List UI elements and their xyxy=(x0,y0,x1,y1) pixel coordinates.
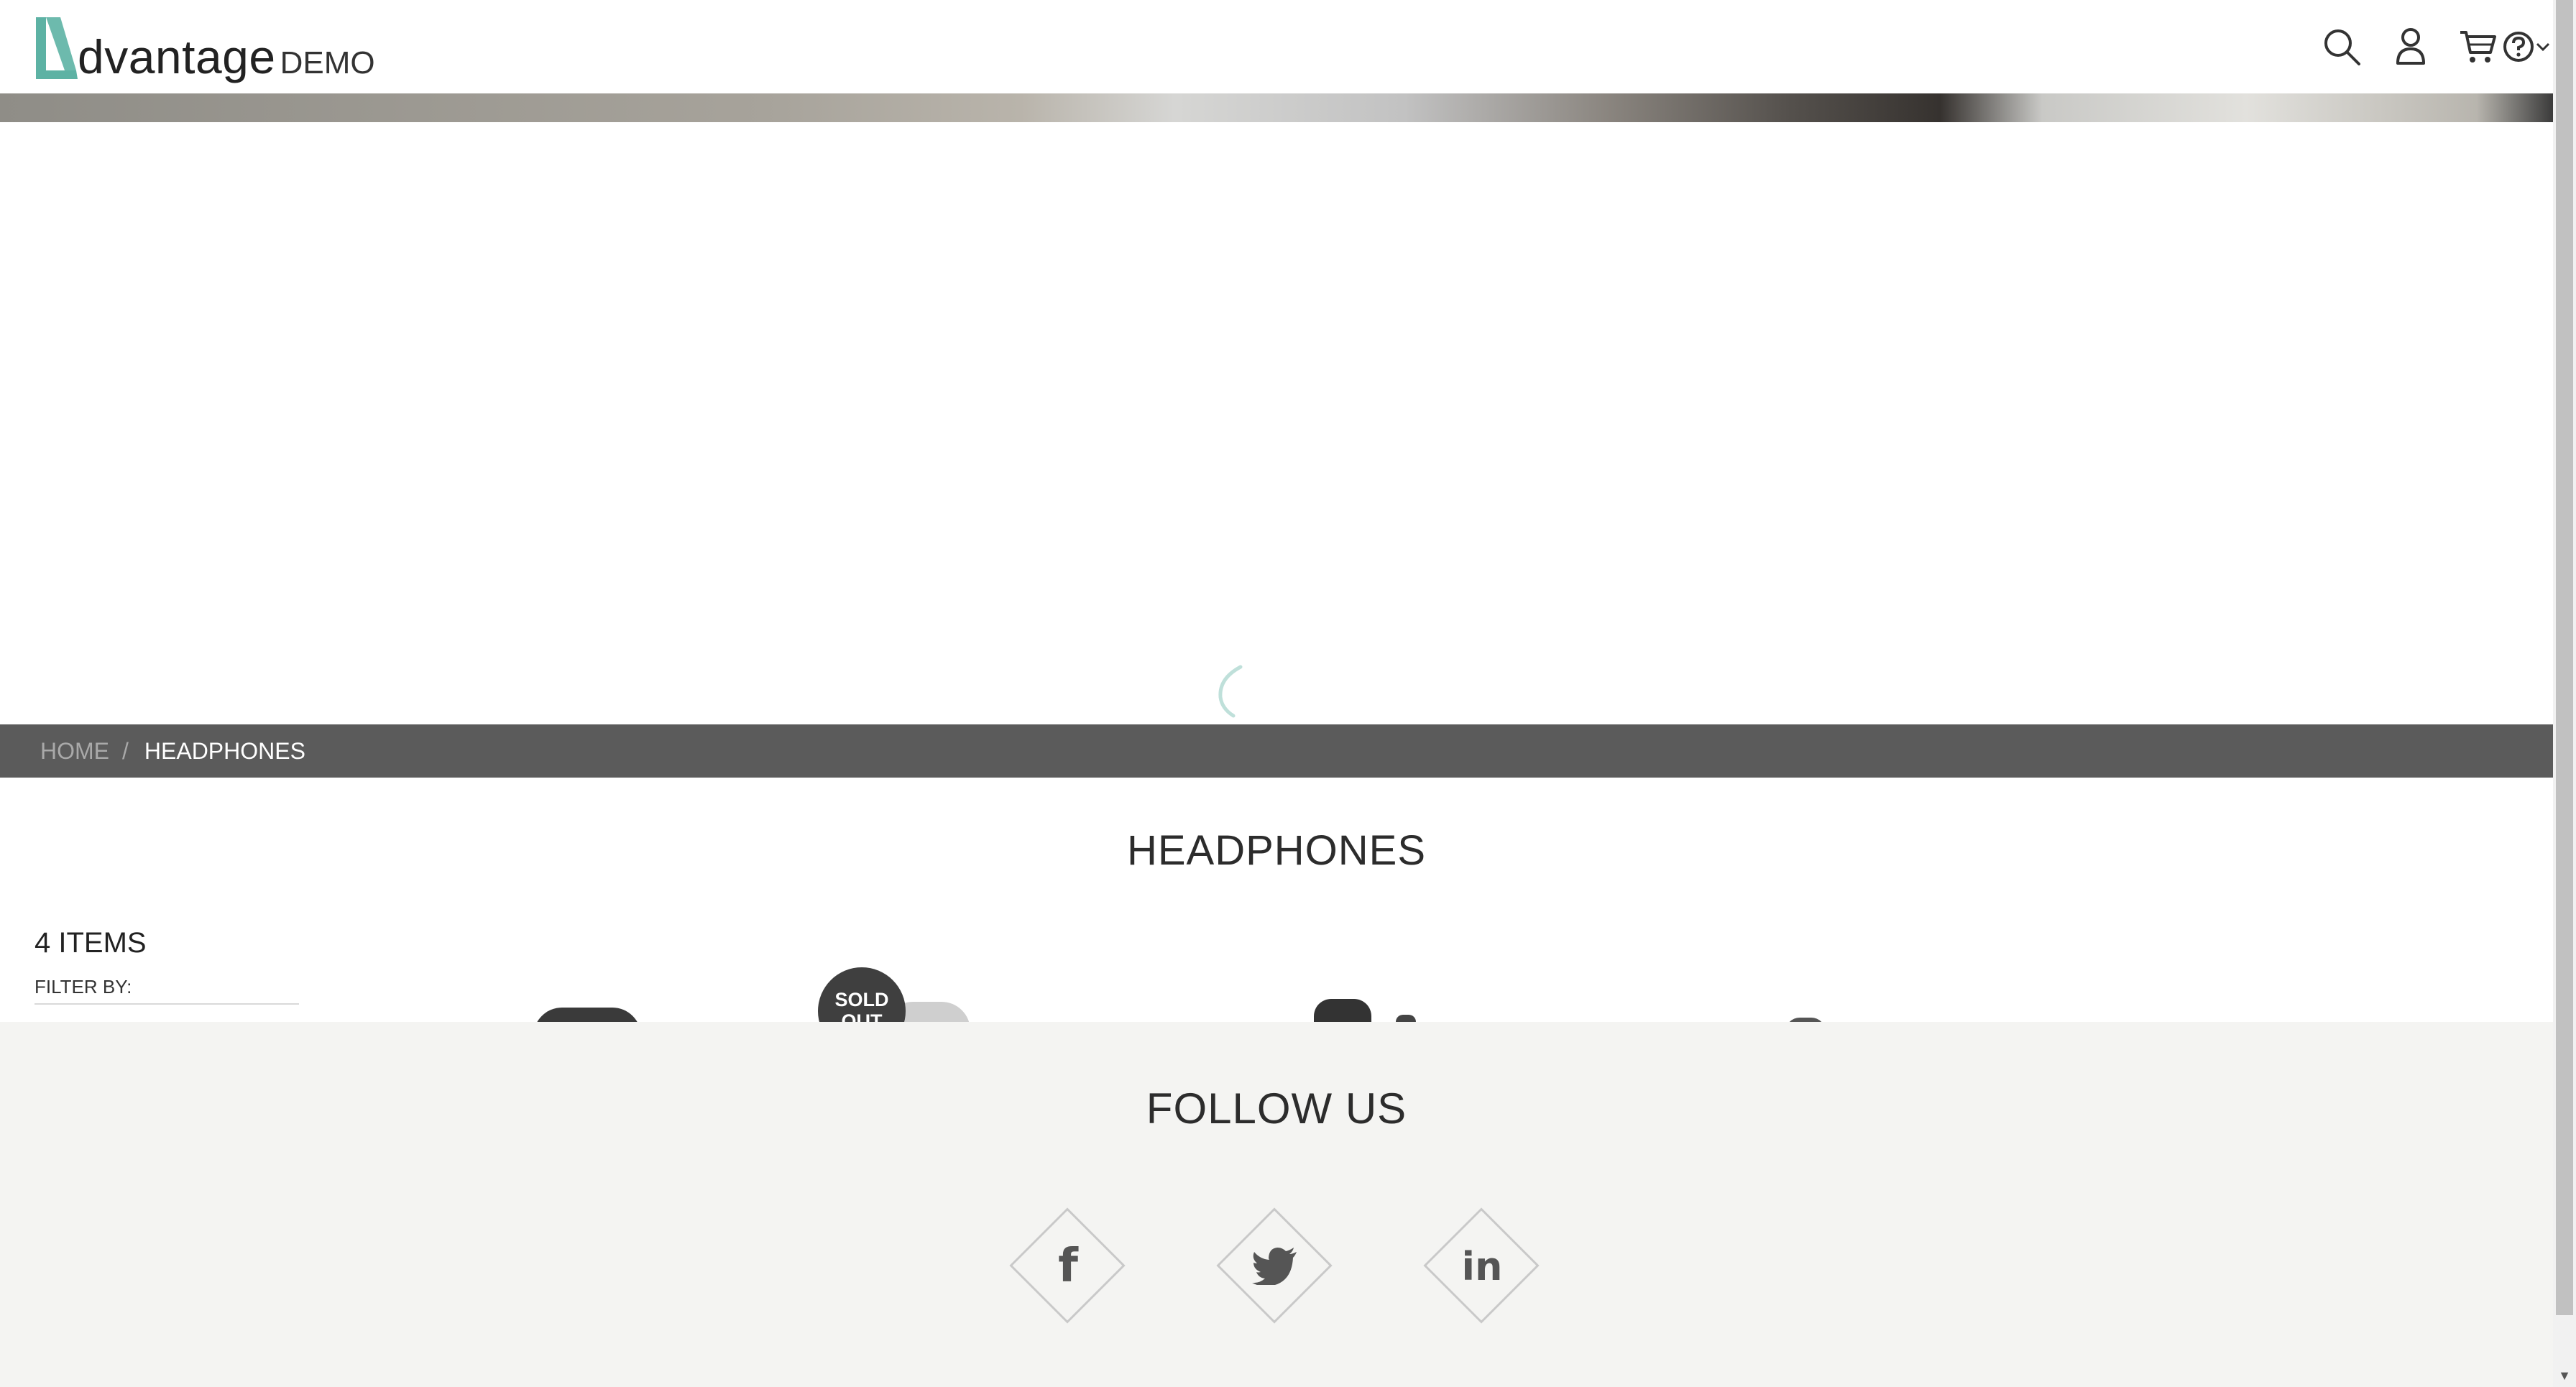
user-icon[interactable] xyxy=(2391,22,2431,72)
scrollbar-thumb[interactable] xyxy=(2556,0,2573,1315)
advantage-logo[interactable]: dvantage DEMO xyxy=(32,11,375,83)
filter-divider xyxy=(34,1003,299,1005)
search-icon[interactable] xyxy=(2320,22,2363,72)
page: dvantage DEMO HOME / HEADPHONES HEADPHON… xyxy=(0,0,2553,1387)
chevron-down-icon xyxy=(2536,42,2550,52)
items-count: 4 ITEMS xyxy=(34,927,147,959)
twitter-link[interactable] xyxy=(1216,1207,1334,1325)
linkedin-icon: in xyxy=(1461,1243,1503,1289)
logo-mark-icon xyxy=(36,17,78,79)
follow-us-title: FOLLOW US xyxy=(1146,1084,1407,1133)
help-menu-button[interactable] xyxy=(2500,22,2553,72)
hero-banner-area xyxy=(0,122,2553,724)
logo-demo-label: DEMO xyxy=(280,45,375,80)
facebook-link[interactable]: f xyxy=(1009,1207,1127,1325)
top-navigation-bar: dvantage DEMO xyxy=(0,0,2553,93)
breadcrumb-separator: / xyxy=(122,737,129,764)
filter-by-label: FILTER BY: xyxy=(34,976,132,997)
help-icon xyxy=(2503,32,2534,62)
loading-spinner-icon xyxy=(1218,665,1243,718)
twitter-icon xyxy=(1216,1207,1334,1325)
breadcrumb: HOME / HEADPHONES xyxy=(0,724,2553,778)
scroll-down-arrow-icon[interactable]: ▼ xyxy=(2553,1364,2576,1387)
breadcrumb-home-link[interactable]: HOME xyxy=(40,738,109,765)
breadcrumb-current: HEADPHONES xyxy=(144,737,305,764)
linkedin-link[interactable]: in xyxy=(1423,1207,1541,1325)
page-scrollbar[interactable]: ▼ xyxy=(2553,0,2576,1387)
hero-banner-image xyxy=(0,93,2553,122)
page-title: HEADPHONES xyxy=(1126,827,1427,874)
facebook-icon: f xyxy=(1058,1240,1078,1293)
footer: FOLLOW US f in xyxy=(0,1022,2553,1387)
logo-wordmark: dvantage xyxy=(78,30,276,83)
cart-icon[interactable] xyxy=(2455,22,2500,72)
